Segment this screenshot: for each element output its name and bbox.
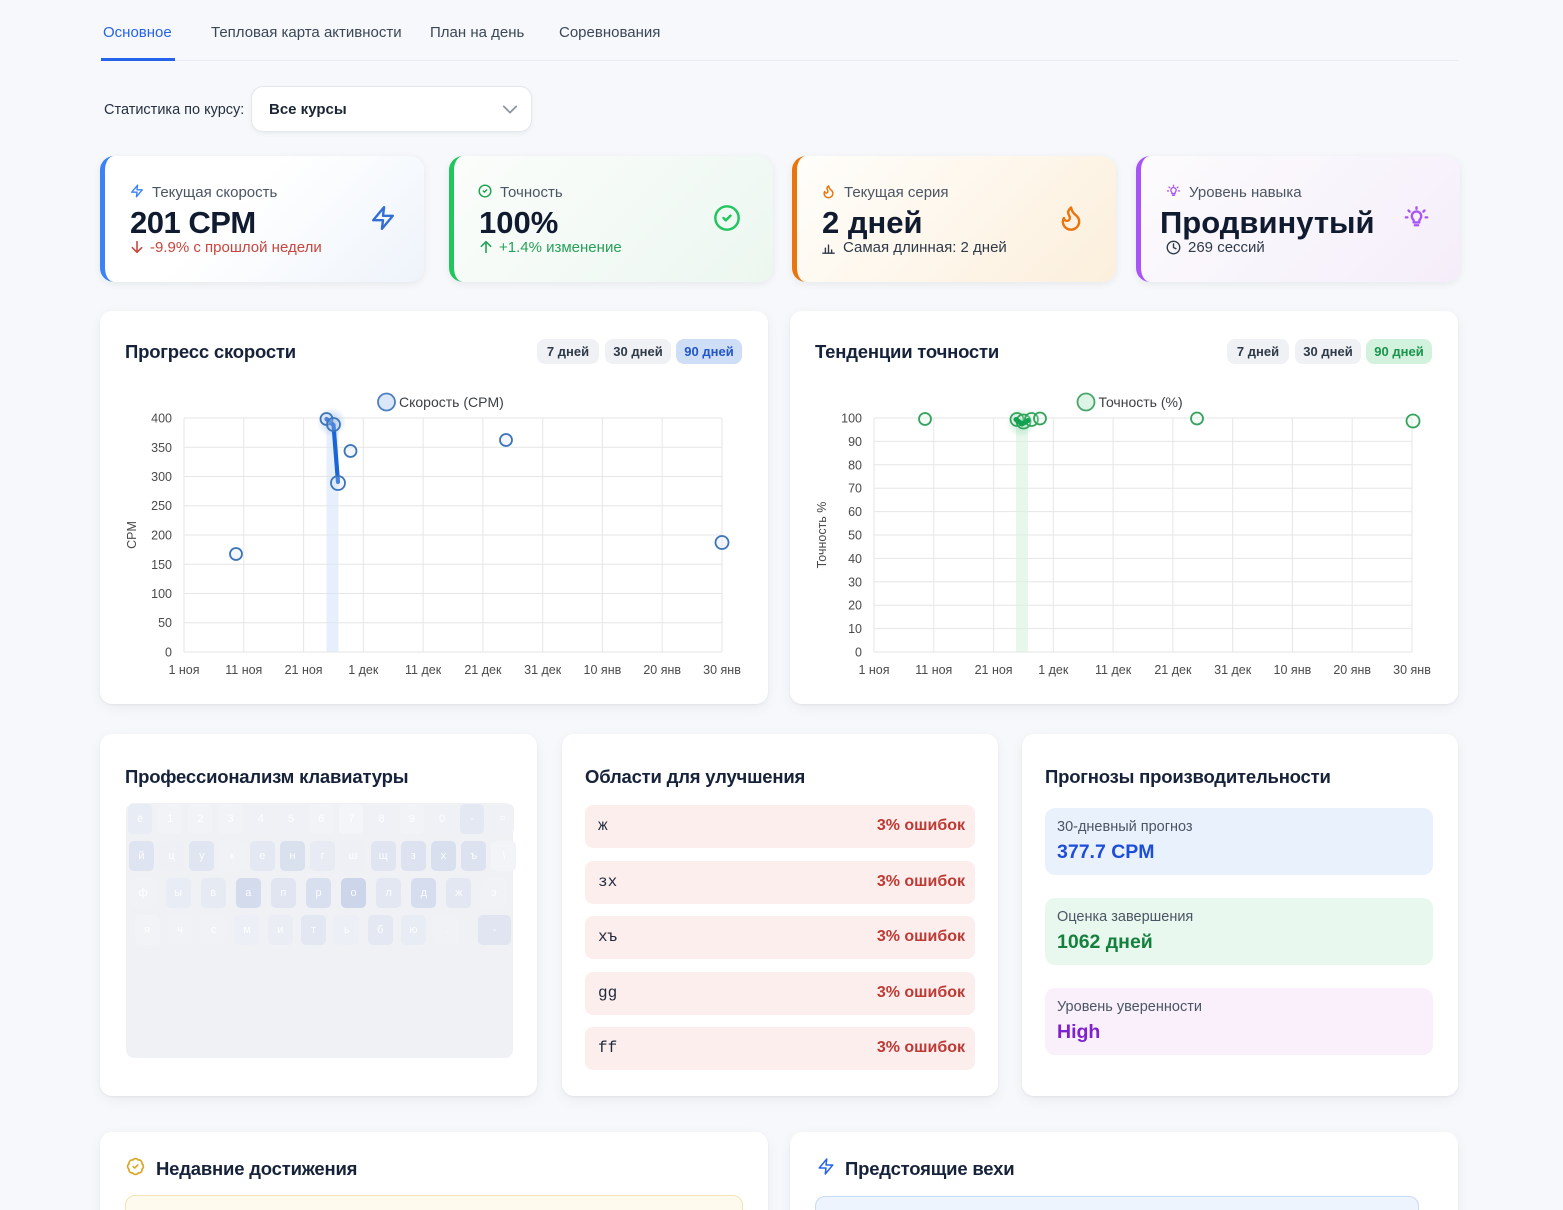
svg-text:200: 200 xyxy=(151,529,172,543)
svg-text:0: 0 xyxy=(855,646,862,660)
svg-text:30 янв: 30 янв xyxy=(703,663,741,677)
svg-text:1 ноя: 1 ноя xyxy=(858,663,889,677)
svg-text:60: 60 xyxy=(848,505,862,519)
svg-text:11 ноя: 11 ноя xyxy=(225,663,262,677)
svg-text:21 ноя: 21 ноя xyxy=(285,663,323,677)
svg-text:11 дек: 11 дек xyxy=(405,663,442,677)
svg-text:50: 50 xyxy=(158,616,172,630)
svg-text:250: 250 xyxy=(151,499,172,513)
svg-text:30 янв: 30 янв xyxy=(1393,663,1431,677)
svg-text:300: 300 xyxy=(151,470,172,484)
svg-text:10: 10 xyxy=(848,622,862,636)
svg-text:90: 90 xyxy=(848,435,862,449)
svg-text:0: 0 xyxy=(165,646,172,660)
svg-text:10 янв: 10 янв xyxy=(584,663,622,677)
svg-text:31 дек: 31 дек xyxy=(1214,663,1252,677)
svg-text:70: 70 xyxy=(848,482,862,496)
svg-text:11 дек: 11 дек xyxy=(1095,663,1132,677)
svg-text:1 ноя: 1 ноя xyxy=(168,663,199,677)
svg-text:80: 80 xyxy=(848,458,862,472)
svg-text:400: 400 xyxy=(151,412,172,426)
svg-text:10 янв: 10 янв xyxy=(1274,663,1312,677)
svg-text:11 ноя: 11 ноя xyxy=(915,663,952,677)
svg-text:21 дек: 21 дек xyxy=(464,663,502,677)
svg-text:21 ноя: 21 ноя xyxy=(975,663,1013,677)
svg-text:20 янв: 20 янв xyxy=(1333,663,1371,677)
svg-text:Точность (%): Точность (%) xyxy=(1099,394,1183,410)
svg-text:20: 20 xyxy=(848,599,862,613)
svg-text:30: 30 xyxy=(848,575,862,589)
svg-text:Точность %: Точность % xyxy=(815,502,829,569)
svg-text:100: 100 xyxy=(841,412,862,426)
svg-text:150: 150 xyxy=(151,558,172,572)
svg-text:40: 40 xyxy=(848,552,862,566)
svg-text:1 дек: 1 дек xyxy=(1038,663,1069,677)
svg-text:350: 350 xyxy=(151,441,172,455)
svg-text:20 янв: 20 янв xyxy=(643,663,681,677)
svg-text:21 дек: 21 дек xyxy=(1154,663,1192,677)
svg-text:1 дек: 1 дек xyxy=(348,663,379,677)
svg-text:CPM: CPM xyxy=(125,521,139,549)
svg-text:Скорость (CPM): Скорость (CPM) xyxy=(399,394,504,410)
svg-text:100: 100 xyxy=(151,587,172,601)
svg-text:31 дек: 31 дек xyxy=(524,663,562,677)
svg-text:50: 50 xyxy=(848,529,862,543)
